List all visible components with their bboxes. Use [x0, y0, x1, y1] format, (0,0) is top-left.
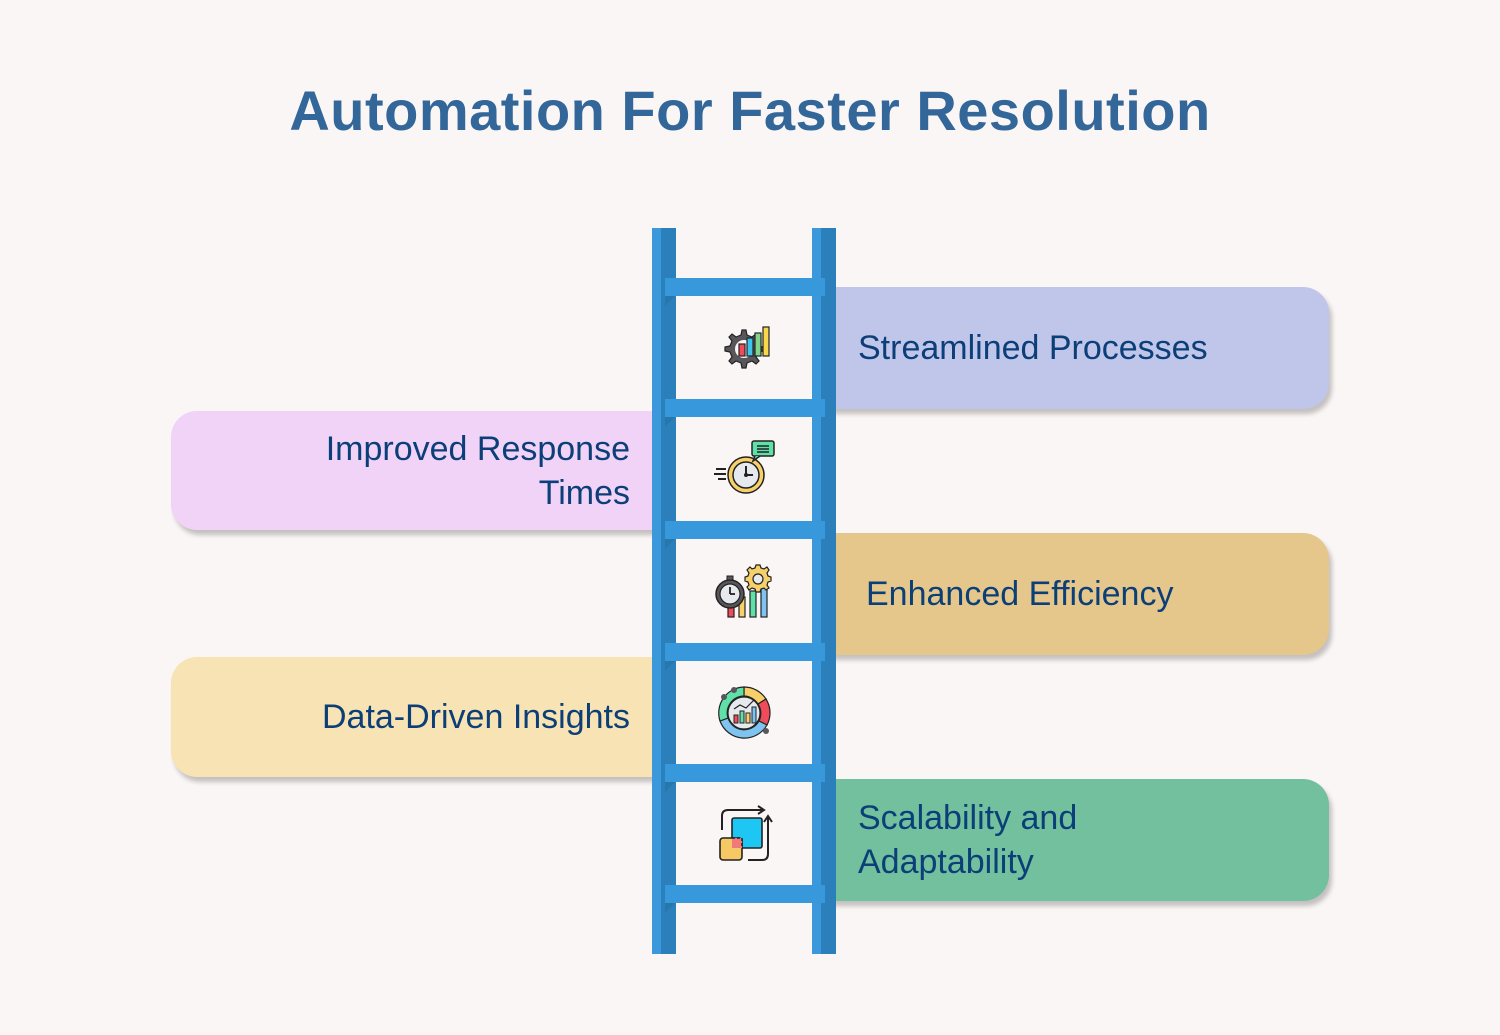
gear-chart-icon	[724, 325, 770, 369]
step-card-streamlined-processes: Streamlined Processes	[830, 287, 1329, 409]
step-card-data-driven-insights: Data-Driven Insights	[171, 657, 656, 777]
analytics-dashboard-icon	[718, 685, 771, 739]
step-4-icon-cell	[676, 661, 812, 764]
step-1-icon-cell	[676, 296, 812, 399]
stopwatch-message-icon	[714, 440, 775, 494]
scale-squares-icon	[719, 804, 773, 861]
page-title: Automation For Faster Resolution	[289, 79, 1211, 142]
ladder-rung	[665, 643, 825, 671]
step-3-icon-cell	[676, 539, 812, 643]
step-label: Improved Response Times	[325, 429, 630, 512]
ladder-rung	[665, 399, 825, 427]
step-label: Data-Driven Insights	[321, 698, 630, 736]
ladder-left-rail	[652, 228, 676, 954]
stopwatch-gear-chart-icon	[715, 564, 772, 618]
step-card-improved-response-times: Improved Response Times	[171, 411, 656, 530]
step-card-enhanced-efficiency: Enhanced Efficiency	[830, 533, 1329, 655]
step-label: Scalability and Adaptability	[858, 799, 1078, 881]
step-5-icon-cell	[676, 782, 812, 885]
ladder-rung	[665, 521, 825, 549]
ladder-rung	[665, 764, 825, 792]
ladder-rung	[665, 278, 825, 306]
step-label: Enhanced Efficiency	[866, 575, 1174, 613]
ladder-right-rail	[812, 228, 836, 954]
step-card-scalability-adaptability: Scalability and Adaptability	[830, 779, 1329, 901]
step-label: Streamlined Processes	[858, 329, 1208, 367]
step-2-icon-cell	[676, 417, 812, 521]
ladder-rung	[665, 885, 825, 913]
